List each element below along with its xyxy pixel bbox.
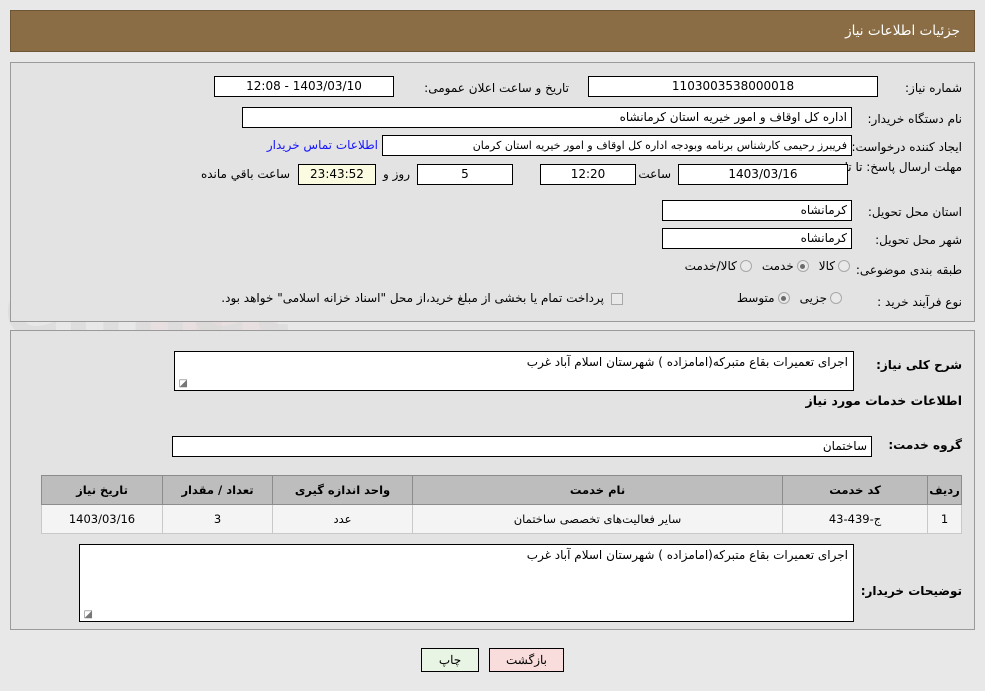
cell-quantity: 3 (162, 504, 273, 534)
need-number-value: 1103003538000018 (588, 76, 878, 97)
need-number-label: شماره نیاز: (905, 81, 962, 95)
radio-category-kala[interactable] (838, 260, 850, 272)
process-radio-group[interactable]: جزیی متوسط (727, 291, 842, 305)
need-details-panel: شرح کلی نیاز: اجرای تعمیرات بقاع متبرکه(… (10, 330, 975, 630)
radio-process-jozei-label: جزیی (799, 291, 827, 305)
announce-datetime-label: تاریخ و ساعت اعلان عمومی: (424, 81, 569, 95)
col-header-name: نام خدمت (412, 475, 783, 505)
treasury-bond-checkbox[interactable] (611, 293, 623, 305)
service-group-value: ساختمان (172, 436, 872, 457)
requester-row: ایجاد کننده درخواست: (851, 136, 962, 158)
deadline-hour-value: 12:20 (540, 164, 636, 185)
buyer-notes-textarea[interactable]: اجرای تعمیرات بقاع متبرکه(امامزاده ) شهر… (79, 544, 854, 622)
province-label: استان محل تحویل: (867, 205, 962, 219)
deadline-date-value: 1403/03/16 (678, 164, 848, 185)
category-radio-group[interactable]: کالا خدمت کالا/خدمت (675, 259, 850, 273)
cell-code: ج-439-43 (782, 504, 928, 534)
buyer-org-label: نام دستگاه خریدار: (867, 112, 963, 126)
announce-datetime-value: 1403/03/10 - 12:08 (214, 76, 394, 97)
page-header: جزئیات اطلاعات نیاز (10, 10, 975, 52)
cell-date: 1403/03/16 (41, 504, 163, 534)
action-button-bar: بازگشت چاپ (0, 648, 985, 672)
col-header-index: ردیف (927, 475, 962, 505)
radio-process-motavaset-label: متوسط (736, 291, 775, 305)
page-title: جزئیات اطلاعات نیاز (845, 23, 960, 39)
cell-index: 1 (927, 504, 962, 534)
remaining-days-label: روز و (383, 167, 410, 181)
col-header-quantity: تعداد / مقدار (162, 475, 273, 505)
radio-category-kala-khedmat[interactable] (739, 260, 752, 272)
province-value: کرمانشاه (662, 200, 852, 221)
city-value: کرمانشاه (662, 228, 852, 249)
need-summary-panel: شماره نیاز: 1103003538000018 تاریخ و ساع… (10, 62, 975, 322)
radio-process-motavaset[interactable] (777, 292, 790, 304)
table-row: 1 ج-439-43 سایر فعالیت‌های تخصصی ساختمان… (41, 504, 962, 534)
deadline-hour-label: ساعت (638, 167, 671, 181)
buyer-notes-label: توضیحات خریدار: (860, 584, 962, 598)
category-label: طبقه بندی موضوعی: (855, 263, 962, 277)
col-header-code: کد خدمت (782, 475, 928, 505)
city-label: شهر محل تحویل: (875, 233, 962, 247)
resize-grip-icon[interactable]: ◪ (178, 379, 188, 389)
remaining-days-value: 5 (417, 164, 513, 185)
resize-grip-icon-notes[interactable]: ◪ (83, 610, 93, 620)
buyer-notes-value: اجرای تعمیرات بقاع متبرکه(امامزاده ) شهر… (526, 548, 848, 562)
col-header-date: تاریخ نیاز (41, 475, 163, 505)
services-section-title: اطلاعات خدمات مورد نیاز (805, 393, 963, 408)
remaining-suffix-label: ساعت باقي مانده (200, 167, 290, 181)
radio-category-khedmat[interactable] (796, 260, 809, 272)
radio-category-kala-label: کالا (818, 259, 835, 273)
cell-unit: عدد (272, 504, 413, 534)
remaining-countdown: 23:43:52 (298, 164, 376, 185)
general-desc-value: اجرای تعمیرات بقاع متبرکه(امامزاده ) شهر… (526, 355, 848, 369)
radio-category-kala-khedmat-label: کالا/خدمت (684, 259, 737, 273)
requester-value: فریبرز رحیمی کارشناس برنامه وبودجه اداره… (382, 135, 852, 156)
process-label: نوع فرآیند خرید : (877, 295, 962, 309)
province-row: استان محل تحویل: (868, 201, 962, 223)
back-button[interactable]: بازگشت (489, 648, 564, 672)
service-group-label: گروه خدمت: (888, 438, 962, 452)
print-button[interactable]: چاپ (421, 648, 479, 672)
radio-category-khedmat-label: خدمت (761, 259, 794, 273)
services-table: ردیف کد خدمت نام خدمت واحد اندازه گیری ت… (41, 475, 962, 534)
cell-name: سایر فعالیت‌های تخصصی ساختمان (412, 504, 783, 534)
general-desc-textarea[interactable]: اجرای تعمیرات بقاع متبرکه(امامزاده ) شهر… (174, 351, 854, 391)
general-desc-label: شرح کلی نیاز: (876, 358, 962, 372)
buyer-org-value: اداره کل اوقاف و امور خیریه استان کرمانش… (242, 107, 852, 128)
city-row: شهر محل تحویل: (875, 229, 962, 251)
buyer-org-row: نام دستگاه خریدار: (868, 108, 963, 130)
buyer-contact-link[interactable]: اطلاعات تماس خریدار (267, 138, 378, 152)
process-row: نوع فرآیند خرید : (877, 291, 962, 313)
col-header-unit: واحد اندازه گیری (272, 475, 413, 505)
announce-datetime-label-wrap: تاریخ و ساعت اعلان عمومی: (424, 77, 569, 99)
requester-label: ایجاد کننده درخواست: (851, 140, 962, 154)
radio-process-jozei[interactable] (830, 292, 842, 304)
need-number-row: شماره نیاز: (905, 77, 962, 99)
category-row: طبقه بندی موضوعی: (856, 259, 962, 281)
treasury-bond-note: پرداخت تمام یا بخشی از مبلغ خرید،از محل … (221, 291, 604, 305)
deadline-row: مهلت ارسال پاسخ: تا تاریخ: (824, 159, 962, 175)
services-table-header-row: ردیف کد خدمت نام خدمت واحد اندازه گیری ت… (41, 475, 962, 505)
